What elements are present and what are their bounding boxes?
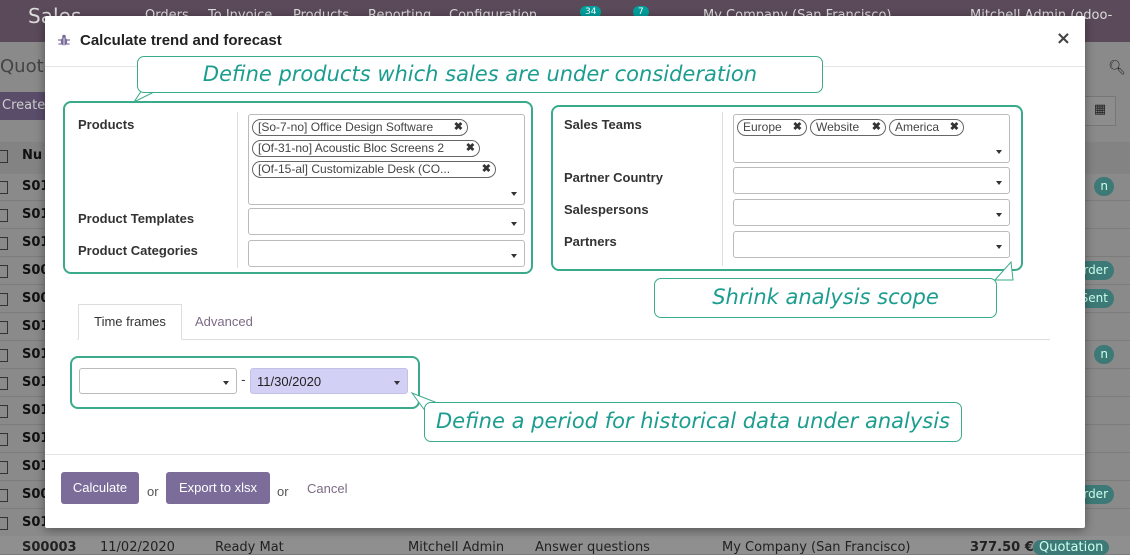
row-checkbox[interactable]: [0, 433, 8, 446]
export-xlsx-button[interactable]: Export to xlsx: [166, 472, 270, 504]
tabs-divider: [77, 339, 1050, 340]
row-checkbox[interactable]: [0, 517, 8, 530]
close-icon[interactable]: ×: [1056, 28, 1071, 49]
row-checkbox[interactable]: [0, 349, 8, 362]
scope-highlight-frame: [551, 105, 1023, 271]
row-checkbox[interactable]: [0, 405, 8, 418]
row-checkbox[interactable]: [0, 237, 8, 250]
row-activity: Answer questions: [535, 540, 650, 555]
row-checkbox[interactable]: [0, 489, 8, 502]
row-date: 11/02/2020: [100, 540, 175, 555]
calculate-button[interactable]: Calculate: [61, 472, 139, 504]
row-customer: Ready Mat: [215, 540, 284, 555]
row-checkbox[interactable]: [0, 265, 8, 278]
row-checkbox[interactable]: [0, 461, 8, 474]
row-status-badge: n: [1094, 177, 1114, 196]
bug-icon: [58, 34, 70, 46]
scope-callout: Shrink analysis scope: [654, 278, 997, 318]
row-amount: 377.50 €: [970, 540, 1034, 555]
row-status-badge: Quotation: [1033, 540, 1110, 555]
tab-advanced[interactable]: Advanced: [195, 314, 253, 329]
period-highlight-frame: [70, 356, 420, 409]
cancel-link[interactable]: Cancel: [307, 481, 347, 496]
or-text: or: [147, 484, 159, 499]
create-button[interactable]: Create: [0, 92, 46, 120]
row-checkbox[interactable]: [0, 181, 8, 194]
column-number-header[interactable]: Nu: [22, 148, 42, 163]
row-checkbox[interactable]: [0, 321, 8, 334]
row-company: My Company (San Francisco): [722, 540, 911, 555]
products-callout: Define products which sales are under co…: [137, 56, 823, 93]
row-checkbox[interactable]: [0, 377, 8, 390]
period-callout: Define a period for historical data unde…: [424, 402, 962, 442]
calendar-view-icon[interactable]: ▦: [1084, 96, 1116, 126]
or-text: or: [277, 484, 289, 499]
products-highlight-frame: [63, 101, 533, 274]
search-icon[interactable]: 🔍︎: [1108, 60, 1126, 76]
row-status-badge: n: [1094, 345, 1114, 364]
row-number: S00003: [22, 540, 77, 555]
table-row[interactable]: S00003 11/02/2020 Ready Mat Mitchell Adm…: [0, 536, 1130, 555]
row-checkbox[interactable]: [0, 209, 8, 222]
tab-time-frames[interactable]: Time frames: [78, 304, 182, 340]
row-salesperson: Mitchell Admin: [408, 540, 505, 555]
row-checkbox[interactable]: [0, 293, 8, 306]
dialog-title: Calculate trend and forecast: [80, 32, 282, 49]
